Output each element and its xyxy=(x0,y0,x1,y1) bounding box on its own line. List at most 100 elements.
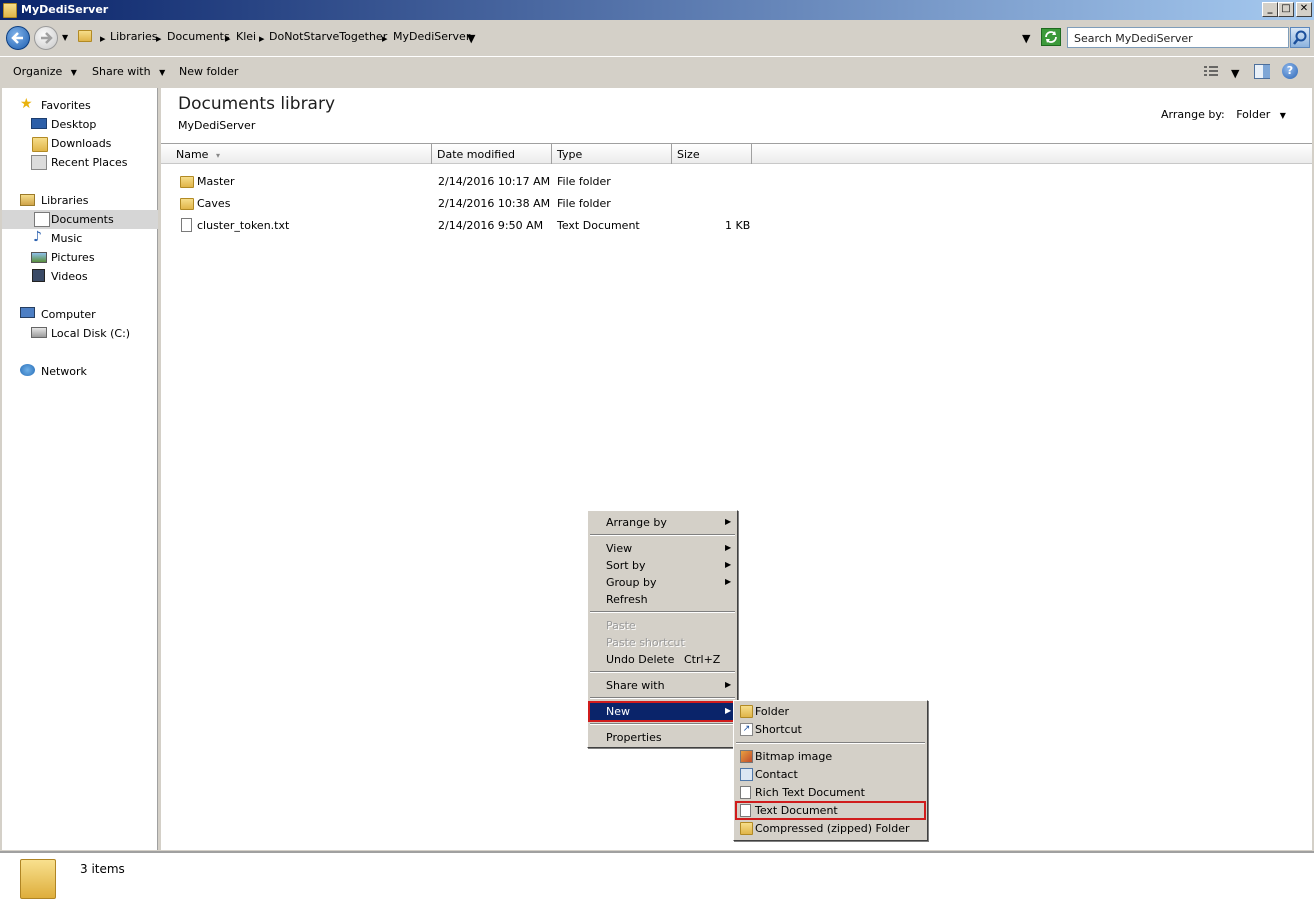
new-folder-item[interactable]: Folder xyxy=(736,703,925,720)
nav-label: Documents xyxy=(51,213,114,226)
table-row[interactable]: Master 2/14/2016 10:17 AM File folder xyxy=(161,172,761,192)
menu-item-group-by[interactable]: Group by ▶ xyxy=(590,574,735,591)
chevron-right-icon: ▶ xyxy=(725,577,732,586)
menu-item-label: Properties xyxy=(606,731,662,744)
nav-label: Videos xyxy=(51,270,88,283)
details-view-icon xyxy=(1204,66,1218,76)
column-header-row: Name ▾ Date modified Type Size xyxy=(161,143,1312,164)
nav-music[interactable]: ♪ Music xyxy=(2,229,158,248)
back-button[interactable] xyxy=(6,26,30,50)
arrange-by-control[interactable]: Arrange by: Folder ▼ xyxy=(1161,108,1286,121)
menu-item-properties[interactable]: Properties xyxy=(590,729,735,746)
nav-documents[interactable]: Documents xyxy=(2,210,158,229)
forward-button[interactable] xyxy=(34,26,58,50)
menu-item-label: Undo Delete xyxy=(606,653,675,666)
file-date: 2/14/2016 9:50 AM xyxy=(438,219,544,232)
maximize-button[interactable]: □ xyxy=(1278,2,1294,17)
organize-button[interactable]: Organize ▼ xyxy=(13,65,77,78)
menu-item-view[interactable]: View ▶ xyxy=(590,540,735,557)
menu-item-undo-delete[interactable]: Undo Delete Ctrl+Z xyxy=(590,651,735,668)
recent-places-icon xyxy=(31,155,47,170)
file-name: Caves xyxy=(197,197,231,210)
nav-pictures[interactable]: Pictures xyxy=(2,248,158,267)
nav-videos[interactable]: Videos xyxy=(2,267,158,286)
nav-downloads[interactable]: Downloads xyxy=(2,134,158,153)
close-button[interactable]: ✕ xyxy=(1296,2,1312,17)
shortcut-icon: ↗ xyxy=(740,723,753,736)
menu-item-refresh[interactable]: Refresh xyxy=(590,591,735,608)
chevron-right-icon[interactable]: ▸ xyxy=(259,32,265,45)
column-size[interactable]: Size xyxy=(672,144,752,164)
search-button[interactable] xyxy=(1290,27,1310,48)
chevron-right-icon[interactable]: ▸ xyxy=(100,32,106,45)
crumb-mydediserver[interactable]: MyDediServer xyxy=(393,30,470,43)
crumb-documents[interactable]: Documents xyxy=(167,30,230,43)
chevron-right-icon: ▶ xyxy=(725,543,732,552)
nav-label: Music xyxy=(51,232,83,245)
crumb-libraries[interactable]: Libraries xyxy=(110,30,158,43)
chevron-down-icon: ▼ xyxy=(1279,111,1286,120)
nav-favorites[interactable]: ★ Favorites xyxy=(2,96,158,115)
address-row: ▼ ▸ Libraries ▸ Documents ▸ Klei ▸ DoNot… xyxy=(0,20,1314,56)
command-bar: Organize ▼ Share with ▼ New folder ▼ ? xyxy=(0,56,1314,86)
menu-item-label: Compressed (zipped) Folder xyxy=(755,822,910,835)
refresh-button[interactable] xyxy=(1041,28,1061,46)
chevron-right-icon[interactable]: ▸ xyxy=(156,32,162,45)
share-with-button[interactable]: Share with ▼ xyxy=(92,65,165,78)
menu-item-label: Sort by xyxy=(606,559,646,572)
chevron-right-icon[interactable]: ▸ xyxy=(225,32,231,45)
new-rich-text-item[interactable]: Rich Text Document xyxy=(736,784,925,801)
recent-pages-dropdown[interactable]: ▼ xyxy=(62,33,68,42)
menu-item-label: View xyxy=(606,542,633,555)
nav-recent-places[interactable]: Recent Places xyxy=(2,153,158,172)
column-type[interactable]: Type xyxy=(552,144,672,164)
folder-icon xyxy=(78,30,92,42)
address-history-dropdown[interactable]: ▼ xyxy=(1022,32,1030,45)
column-date-modified[interactable]: Date modified xyxy=(432,144,552,164)
crumb-donotstarvetogether[interactable]: DoNotStarveTogether xyxy=(269,30,387,43)
context-menu: Arrange by ▶ View ▶ Sort by ▶ Group by ▶… xyxy=(587,510,738,748)
chevron-down-icon[interactable]: ▼ xyxy=(1231,67,1239,80)
view-options-button[interactable] xyxy=(1203,65,1219,78)
pictures-icon xyxy=(31,252,47,263)
folder-icon xyxy=(3,3,17,18)
table-row[interactable]: Caves 2/14/2016 10:38 AM File folder xyxy=(161,194,761,214)
file-type: File folder xyxy=(557,197,611,210)
preview-pane-button[interactable] xyxy=(1254,64,1270,79)
file-name: cluster_token.txt xyxy=(197,219,290,232)
help-button[interactable]: ? xyxy=(1282,63,1298,79)
column-date-label: Date modified xyxy=(437,148,515,161)
menu-item-label: Shortcut xyxy=(755,723,802,736)
column-name-label: Name xyxy=(176,148,209,161)
menu-item-sort-by[interactable]: Sort by ▶ xyxy=(590,557,735,574)
nav-desktop[interactable]: Desktop xyxy=(2,115,158,134)
nav-computer[interactable]: Computer xyxy=(2,305,158,324)
new-zip-folder-item[interactable]: Compressed (zipped) Folder xyxy=(736,820,925,837)
zip-folder-icon xyxy=(740,822,753,835)
column-name[interactable]: Name ▾ xyxy=(161,144,432,164)
bitmap-icon xyxy=(740,750,753,763)
downloads-icon xyxy=(32,137,48,152)
menu-item-new[interactable]: New ▶ xyxy=(588,701,737,722)
new-contact-item[interactable]: Contact xyxy=(736,766,925,783)
minimize-button[interactable]: _ xyxy=(1262,2,1278,17)
menu-item-share-with[interactable]: Share with ▶ xyxy=(590,677,735,694)
nav-label: Pictures xyxy=(51,251,95,264)
new-bitmap-item[interactable]: Bitmap image xyxy=(736,748,925,765)
crumb-klei[interactable]: Klei xyxy=(236,30,256,43)
chevron-right-icon[interactable]: ▸ xyxy=(382,32,388,45)
file-name: Master xyxy=(197,175,235,188)
chevron-down-icon[interactable]: ▼ xyxy=(467,32,475,45)
nav-network[interactable]: Network xyxy=(2,362,158,381)
new-text-document-item[interactable]: Text Document xyxy=(735,801,926,820)
table-row[interactable]: cluster_token.txt 2/14/2016 9:50 AM Text… xyxy=(161,216,761,236)
nav-libraries[interactable]: Libraries xyxy=(2,191,158,210)
nav-local-disk[interactable]: Local Disk (C:) xyxy=(2,324,158,343)
search-input[interactable]: Search MyDediServer xyxy=(1067,27,1289,48)
menu-item-label: Contact xyxy=(755,768,798,781)
address-bar[interactable]: ▸ Libraries ▸ Documents ▸ Klei ▸ DoNotSt… xyxy=(76,26,1036,48)
new-folder-button[interactable]: New folder xyxy=(179,65,238,78)
menu-item-arrange-by[interactable]: Arrange by ▶ xyxy=(590,514,735,531)
new-shortcut-item[interactable]: ↗ Shortcut xyxy=(736,721,925,738)
search-icon xyxy=(1293,30,1307,45)
